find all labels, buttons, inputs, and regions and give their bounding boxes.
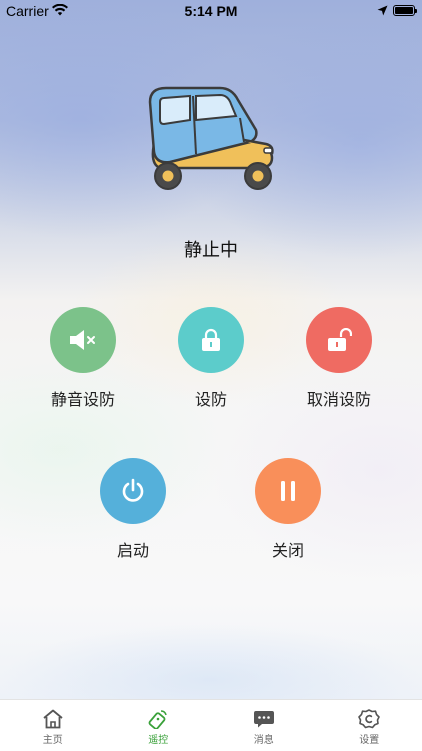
tab-home-label: 主页 <box>43 731 63 746</box>
arm-label: 设防 <box>151 386 271 410</box>
speaker-mute-icon <box>68 329 98 351</box>
arm-circle[interactable] <box>178 307 244 373</box>
location-arrow-icon <box>377 5 388 16</box>
disarm-circle[interactable] <box>306 307 372 373</box>
start-label: 启动 <box>73 537 193 561</box>
battery-icon <box>393 5 415 16</box>
clock: 5:14 PM <box>0 3 422 19</box>
tab-messages[interactable]: 消息 <box>211 700 317 751</box>
vehicle-icon <box>140 84 280 194</box>
status-bar: Carrier 5:14 PM <box>0 0 422 22</box>
message-icon <box>253 709 275 729</box>
lock-open-icon <box>326 328 352 352</box>
disarm-label: 取消设防 <box>279 386 399 410</box>
lock-closed-icon <box>199 328 223 352</box>
silent-arm-circle[interactable] <box>50 307 116 373</box>
tab-settings[interactable]: 设置 <box>317 700 422 751</box>
silent-arm-button[interactable]: 静音设防 <box>23 307 143 410</box>
pause-icon <box>277 478 299 504</box>
stop-circle[interactable] <box>255 458 321 524</box>
start-circle[interactable] <box>100 458 166 524</box>
tab-home[interactable]: 主页 <box>0 700 106 751</box>
start-button[interactable]: 启动 <box>73 458 193 561</box>
tab-messages-label: 消息 <box>254 731 274 746</box>
stop-button[interactable]: 关闭 <box>228 458 348 561</box>
remote-key-icon <box>147 709 169 729</box>
tab-remote-label: 遥控 <box>148 731 168 746</box>
vehicle-state-text: 静止中 <box>0 236 422 262</box>
tab-remote[interactable]: 遥控 <box>106 700 212 751</box>
stop-label: 关闭 <box>228 537 348 561</box>
arm-button[interactable]: 设防 <box>151 307 271 410</box>
home-icon <box>42 709 64 729</box>
tab-settings-label: 设置 <box>359 731 379 746</box>
disarm-button[interactable]: 取消设防 <box>279 307 399 410</box>
power-icon <box>119 477 147 505</box>
silent-arm-label: 静音设防 <box>23 386 143 410</box>
tab-bar: 主页 遥控 消息 设置 <box>0 699 422 751</box>
settings-icon <box>358 709 380 729</box>
